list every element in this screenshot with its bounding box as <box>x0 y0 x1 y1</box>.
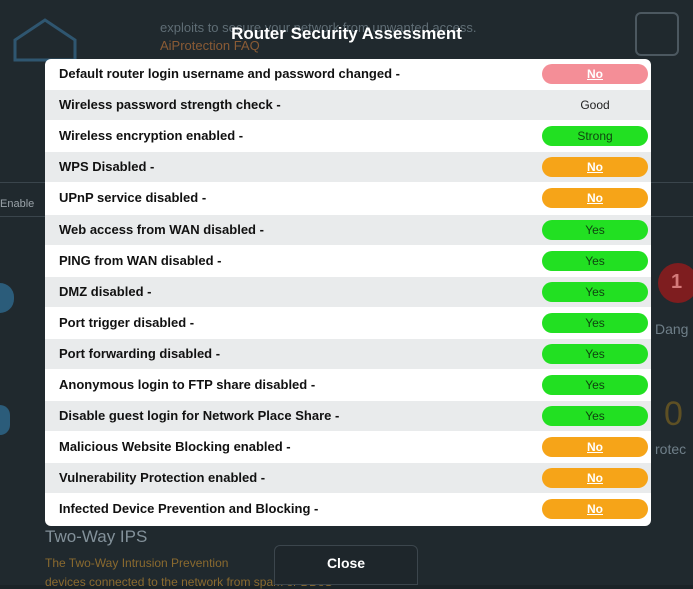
assessment-row: PING from WAN disabled - Yes <box>45 246 651 276</box>
assessment-row: Anonymous login to FTP share disabled - Y… <box>45 370 651 400</box>
assessment-row: Infected Device Prevention and Blocking … <box>45 494 651 524</box>
assessment-row: Malicious Website Blocking enabled - No <box>45 432 651 462</box>
assessment-status-badge[interactable]: No <box>542 499 648 520</box>
assessment-item-label: WPS Disabled - <box>59 159 155 175</box>
assessment-status-badge: Yes <box>542 281 648 302</box>
two-way-ips-heading: Two-Way IPS <box>45 527 148 546</box>
assessment-row: Wireless encryption enabled - Strong <box>45 121 651 151</box>
assessment-status-badge: Yes <box>542 250 648 271</box>
assessment-row: Disable guest login for Network Place Sh… <box>45 401 651 432</box>
background-protection-count: 0 <box>664 395 683 433</box>
assessment-status-badge[interactable]: No <box>542 64 648 84</box>
assessment-item-label: Anonymous login to FTP share disabled - <box>59 377 316 392</box>
assessment-item-label: Web access from WAN disabled - <box>59 221 264 237</box>
assessment-status-badge: Yes <box>542 312 648 333</box>
assessment-status-badge: Yes <box>542 343 648 364</box>
assessment-item-label: Wireless password strength check - <box>59 97 281 113</box>
assessment-item-label: Default router login username and passwo… <box>59 66 400 81</box>
assessment-status-badge: Yes <box>542 219 648 240</box>
assessment-row: Web access from WAN disabled - Yes <box>45 214 651 245</box>
two-way-ips-description: The Two-Way Intrusion Prevention <box>45 556 229 570</box>
assessment-item-label: Malicious Website Blocking enabled - <box>59 439 291 455</box>
assessment-row: UPnP service disabled - No <box>45 183 651 213</box>
background-enable-label: Enable <box>0 198 35 210</box>
assessment-row: Default router login username and passwo… <box>45 59 651 89</box>
assessment-item-label: Wireless encryption enabled - <box>59 128 244 144</box>
assessment-item-label: Port forwarding disabled - <box>59 345 221 361</box>
assessment-row: Wireless password strength check - Good <box>45 90 651 121</box>
close-button[interactable]: Close <box>274 545 418 585</box>
assessment-status-badge: Yes <box>542 406 648 427</box>
assessment-status-badge[interactable]: No <box>542 157 648 178</box>
assessment-row: WPS Disabled - No <box>45 152 651 183</box>
assessment-row: Port trigger disabled - Yes <box>45 308 651 338</box>
security-assessment-panel: Default router login username and passwo… <box>45 59 651 526</box>
danger-count-badge: 1 <box>658 263 693 303</box>
assessment-item-label: Disable guest login for Network Place Sh… <box>59 408 340 424</box>
assessment-status-badge: Strong <box>542 126 648 147</box>
background-protection-label: rotec <box>655 441 687 457</box>
background-blue-icon <box>0 405 10 435</box>
assessment-status-badge[interactable]: No <box>542 188 648 209</box>
assessment-status-badge[interactable]: No <box>542 468 648 489</box>
assessment-item-label: UPnP service disabled - <box>59 190 207 206</box>
modal-title: Router Security Assessment <box>231 24 462 43</box>
assessment-item-label: Port trigger disabled - <box>59 314 195 330</box>
assessment-row: DMZ disabled - Yes <box>45 276 651 307</box>
background-blue-icon <box>0 283 14 313</box>
assessment-row: Port forwarding disabled - Yes <box>45 338 651 369</box>
assessment-status-text: Good <box>580 98 610 113</box>
assessment-status-badge[interactable]: No <box>542 437 648 458</box>
background-danger-label: Dang <box>655 321 689 337</box>
assessment-item-label: Infected Device Prevention and Blocking … <box>59 501 319 517</box>
assessment-status-badge: Yes <box>542 375 648 395</box>
assessment-item-label: Vulnerability Protection enabled - <box>59 470 266 486</box>
assessment-item-label: DMZ disabled - <box>59 283 152 299</box>
assessment-row: Vulnerability Protection enabled - No <box>45 463 651 494</box>
assessment-item-label: PING from WAN disabled - <box>59 252 222 268</box>
